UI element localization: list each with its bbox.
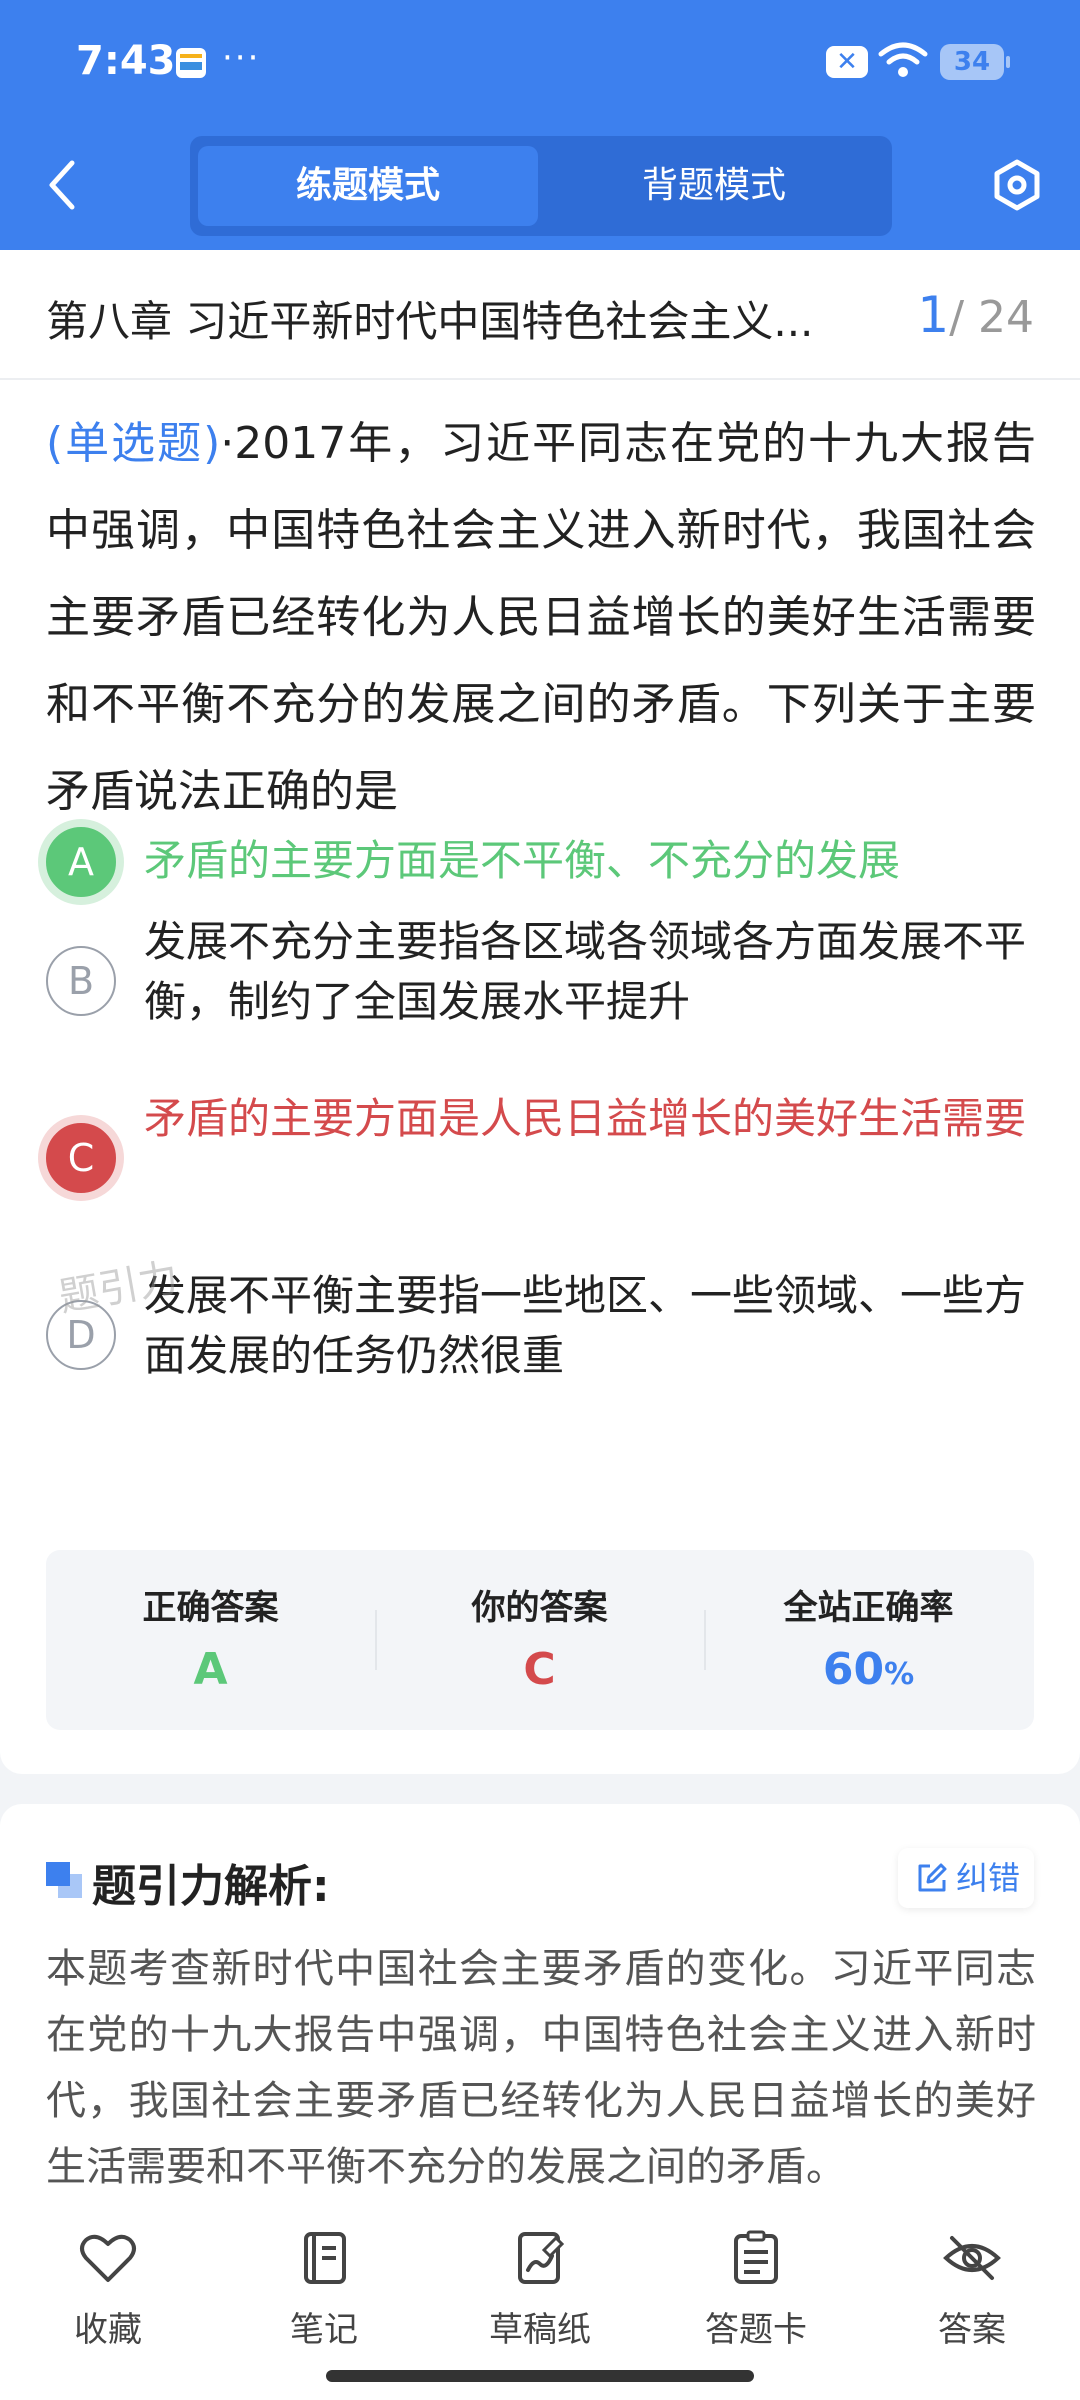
accuracy-number: 60	[822, 1644, 885, 1695]
analysis-title: 题引力解析:	[92, 1861, 330, 1912]
nav-answer[interactable]: 答案	[892, 2220, 1052, 2350]
nav-notes[interactable]: 笔记	[244, 2220, 404, 2350]
option-c-text: 矛盾的主要方面是人民日益增长的美好生活需要	[144, 1094, 1027, 1143]
correct-answer-label: 正确答案	[142, 1588, 279, 1628]
correct-answer-value: A	[193, 1644, 228, 1695]
nav-draft[interactable]: 草稿纸	[460, 2220, 620, 2350]
app-header: 7:43 ··· ✕ 34 练题模式 背题模式	[0, 0, 1080, 250]
option-a-text: 矛盾的主要方面是不平衡、不充分的发展	[144, 836, 901, 885]
nav-favorite-label: 收藏	[74, 2310, 142, 2350]
option-a[interactable]: A 矛盾的主要方面是不平衡、不充分的发展	[46, 827, 1036, 917]
total-questions: / 24	[949, 292, 1034, 343]
option-c-marker: C	[46, 1123, 116, 1193]
option-d-text: 发展不平衡主要指一些地区、一些领域、一些方面发展的任务仍然很重	[144, 1271, 1027, 1380]
tab-practice-mode[interactable]: 练题模式	[198, 146, 538, 226]
analysis-icon	[46, 1862, 82, 1898]
answer-summary: 正确答案 A 你的答案 C 全站正确率 60%	[46, 1550, 1034, 1730]
accuracy-value: 60%	[704, 1644, 1033, 1695]
option-b[interactable]: B 发展不充分主要指各区域各领域各方面发展不平衡，制约了全国发展水平提升	[46, 910, 1036, 1040]
tab-memorize-mode[interactable]: 背题模式	[544, 146, 884, 226]
option-a-marker: A	[46, 827, 116, 897]
question-type: (单选题)	[46, 418, 221, 469]
status-time: 7:43	[76, 38, 176, 84]
answer-card-icon	[734, 2230, 778, 2284]
option-c[interactable]: C 矛盾的主要方面是人民日益增长的美好生活需要	[46, 1087, 1036, 1217]
more-notifications-icon: ···	[222, 38, 261, 78]
nav-answer-card[interactable]: 答题卡	[676, 2220, 836, 2350]
your-answer-block: 你的答案 C	[375, 1550, 704, 1730]
report-error-button[interactable]: 纠错	[898, 1848, 1034, 1908]
draft-paper-icon	[518, 2232, 565, 2284]
wallet-app-icon	[176, 48, 206, 78]
your-answer-value: C	[523, 1644, 556, 1695]
report-error-label: 纠错	[956, 1859, 1021, 1897]
accuracy-unit: %	[884, 1657, 915, 1692]
question-card: 第八章 习近平新时代中国特色社会主义... 1/ 24 (单选题)·2017年，…	[0, 250, 1080, 1774]
battery-indicator: 34	[940, 44, 1010, 80]
back-arrow-icon[interactable]	[42, 155, 82, 215]
option-d[interactable]: D 发展不平衡主要指一些地区、一些领域、一些方面发展的任务仍然很重	[46, 1264, 1036, 1394]
divider	[0, 378, 1080, 380]
question-stem: (单选题)·2017年，习近平同志在党的十九大报告中强调，中国特色社会主义进入新…	[46, 400, 1036, 835]
heart-icon	[80, 2234, 136, 2282]
current-question-number: 1	[917, 286, 950, 344]
question-text: ·2017年，习近平同志在党的十九大报告中强调，中国特色社会主义进入新时代，我国…	[46, 418, 1036, 817]
settings-icon[interactable]	[990, 158, 1044, 212]
nav-notes-label: 笔记	[290, 2310, 358, 2350]
status-bar: 7:43 ··· ✕ 34	[0, 0, 1080, 120]
home-indicator[interactable]	[326, 2370, 754, 2382]
notebook-icon	[304, 2232, 346, 2284]
your-answer-label: 你的答案	[471, 1588, 608, 1628]
analysis-text: 本题考查新时代中国社会主要矛盾的变化。习近平同志在党的十九大报告中强调，中国特色…	[46, 1946, 1036, 2190]
correct-answer-block: 正确答案 A	[46, 1550, 375, 1730]
option-b-text: 发展不充分主要指各区域各领域各方面发展不平衡，制约了全国发展水平提升	[144, 917, 1027, 1026]
nav-answer-card-label: 答题卡	[705, 2310, 807, 2350]
mode-switch: 练题模式 背题模式	[190, 136, 892, 236]
edit-icon	[918, 1863, 947, 1892]
question-counter: 1/ 24	[917, 286, 1034, 344]
chapter-title: 第八章 习近平新时代中国特色社会主义...	[46, 297, 814, 346]
accuracy-label: 全站正确率	[783, 1588, 954, 1628]
wifi-icon	[878, 42, 928, 77]
nav-answer-label: 答案	[938, 2310, 1006, 2350]
option-b-marker: B	[46, 946, 116, 1016]
no-sim-icon: ✕	[826, 46, 868, 78]
eye-off-icon	[943, 2236, 1001, 2280]
accuracy-block: 全站正确率 60%	[704, 1550, 1033, 1730]
nav-favorite[interactable]: 收藏	[28, 2220, 188, 2350]
nav-draft-label: 草稿纸	[489, 2310, 591, 2350]
